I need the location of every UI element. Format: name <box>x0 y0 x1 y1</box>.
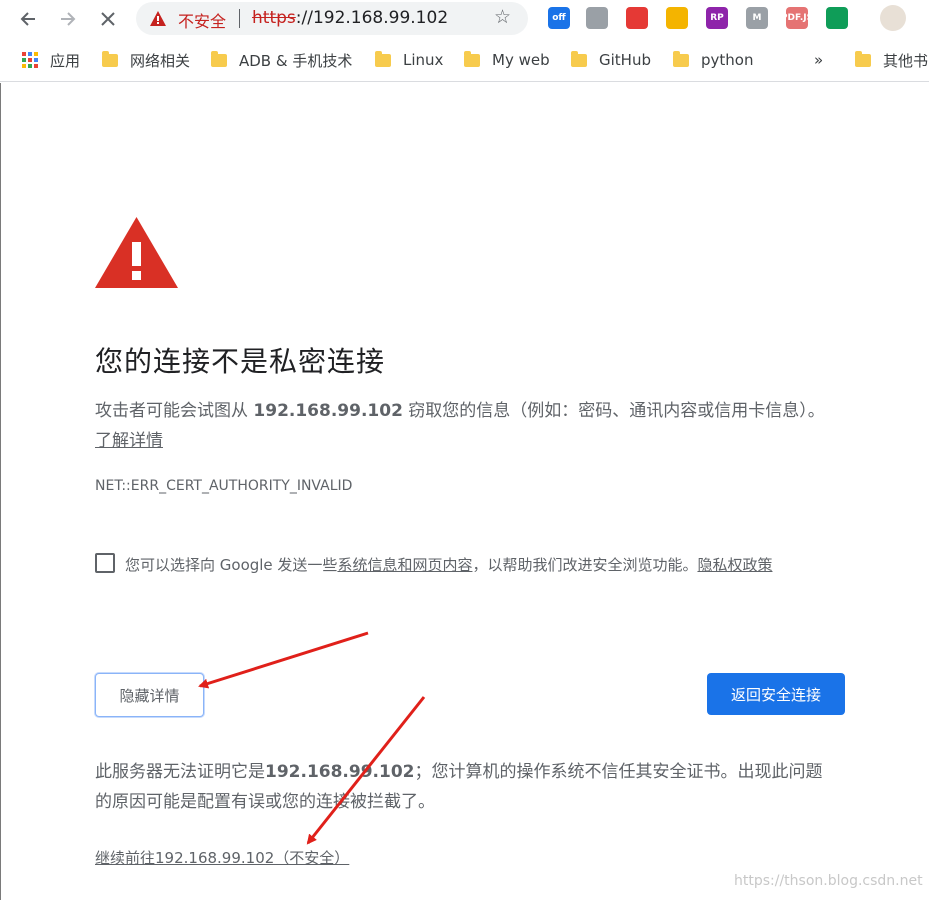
rp-extension-icon[interactable]: RP <box>706 7 728 29</box>
not-secure-warning-icon[interactable] <box>150 11 166 26</box>
url-scheme: https <box>252 8 296 28</box>
apps-label: 应用 <box>50 51 81 70</box>
page-content: 您的连接不是私密连接 攻击者可能会试图从 192.168.99.102 窃取您的… <box>0 83 929 900</box>
address-separator <box>239 9 240 28</box>
browser-toolbar: 不安全 https://192.168.99.102 ☆ off RP M PDF.J… <box>0 0 929 38</box>
privacy-policy-link[interactable]: 隐私权政策 <box>697 556 772 574</box>
compass-extension-icon[interactable] <box>586 7 608 29</box>
off-extension-icon[interactable]: off <box>548 7 570 29</box>
red-extension-icon[interactable] <box>626 7 648 29</box>
desc-text-2: 窃取您的信息（例如：密码、通讯内容或信用卡信息）。 <box>402 401 825 421</box>
back-arrow-icon[interactable] <box>15 6 41 32</box>
stop-loading-icon[interactable] <box>95 6 121 32</box>
details-text: 此服务器无法证明它是192.168.99.102；您计算机的操作系统不信任其安全… <box>95 757 835 817</box>
bookmark-folder[interactable]: GitHub <box>571 50 651 70</box>
bookmark-folder[interactable]: ADB & 手机技术 <box>211 50 352 70</box>
warning-description: 攻击者可能会试图从 192.168.99.102 窃取您的信息（例如：密码、通讯… <box>95 396 830 456</box>
folder-icon <box>571 50 587 67</box>
folder-icon <box>102 50 118 67</box>
system-info-link[interactable]: 系统信息和网页内容 <box>337 556 472 574</box>
desc-text-1: 攻击者可能会试图从 <box>95 401 254 421</box>
security-status-label[interactable]: 不安全 <box>178 8 226 32</box>
profile-avatar[interactable] <box>880 5 906 31</box>
bookmark-folder[interactable]: 网络相关 <box>102 50 190 70</box>
other-bookmarks-folder[interactable]: 其他书 <box>855 50 928 70</box>
apps-grid-icon <box>22 52 38 68</box>
bookmarks-bar: 应用 网络相关 ADB & 手机技术 Linux My web GitHub p… <box>0 38 929 82</box>
folder-icon <box>211 50 227 67</box>
m-extension-icon[interactable]: M <box>746 7 768 29</box>
url-host: ://192.168.99.102 <box>295 8 449 28</box>
folder-icon <box>673 50 689 67</box>
folder-icon <box>464 50 480 67</box>
bookmark-folder[interactable]: python <box>673 50 753 70</box>
safe-browsing-optin-checkbox[interactable] <box>95 553 115 573</box>
bookmark-label: 其他书 <box>883 51 929 70</box>
proceed-unsafe-link[interactable]: 继续前往192.168.99.102（不安全） <box>95 847 349 868</box>
bookmark-star-icon[interactable]: ☆ <box>494 6 511 28</box>
folder-icon <box>375 50 391 67</box>
bookmark-folder[interactable]: Linux <box>375 50 443 70</box>
bookmark-label: 网络相关 <box>130 51 191 70</box>
apps-shortcut[interactable]: 应用 <box>22 50 80 70</box>
flower-extension-icon[interactable] <box>666 7 688 29</box>
bookmark-label: GitHub <box>599 51 651 69</box>
bookmark-label: My web <box>492 51 550 69</box>
forward-arrow-icon[interactable] <box>55 6 81 32</box>
page-title: 您的连接不是私密连接 <box>95 345 386 378</box>
bookmark-label: python <box>701 51 754 69</box>
bookmark-label: ADB & 手机技术 <box>239 51 353 70</box>
desc-host: 192.168.99.102 <box>253 401 403 421</box>
pdfjs-extension-icon[interactable]: PDF.JS <box>781 7 813 29</box>
back-to-safety-button[interactable]: 返回安全连接 <box>707 673 845 715</box>
folder-icon <box>855 50 871 67</box>
optin-text-1: 您可以选择向 Google 发送一些 <box>125 556 338 574</box>
details-host: 192.168.99.102 <box>265 762 415 782</box>
sync-extension-icon[interactable] <box>826 7 848 29</box>
error-code: NET::ERR_CERT_AUTHORITY_INVALID <box>95 478 353 494</box>
bookmarks-overflow-chevron-icon[interactable]: » <box>814 50 823 70</box>
learn-more-link[interactable]: 了解详情 <box>95 431 163 451</box>
url-text[interactable]: https://192.168.99.102 <box>252 8 448 28</box>
bookmark-folder[interactable]: My web <box>464 50 550 70</box>
details-text-1: 此服务器无法证明它是 <box>95 762 265 782</box>
watermark-text: https://thson.blog.csdn.net <box>734 873 923 889</box>
safe-browsing-optin-text: 您可以选择向 Google 发送一些系统信息和网页内容，以帮助我们改进安全浏览功… <box>125 550 815 580</box>
address-bar[interactable]: 不安全 https://192.168.99.102 ☆ <box>136 2 528 35</box>
hide-details-button[interactable]: 隐藏详情 <box>95 673 204 717</box>
optin-text-2: ，以帮助我们改进安全浏览功能。 <box>472 556 698 574</box>
bookmark-label: Linux <box>403 51 444 69</box>
